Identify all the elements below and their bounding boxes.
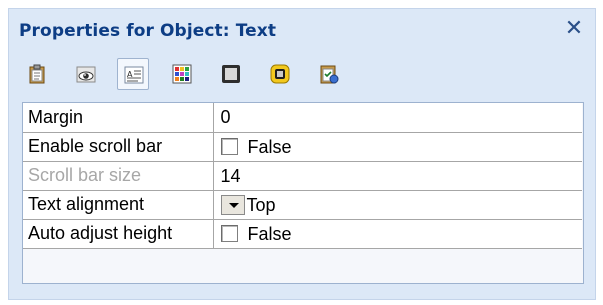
chevron-down-icon[interactable] [220, 194, 245, 215]
checklist-icon [320, 65, 339, 84]
property-category-toolbar: A [17, 55, 437, 93]
auto-adjust-height-checkbox[interactable] [220, 225, 238, 243]
property-name: Text alignment [23, 190, 214, 220]
fill-icon [270, 64, 290, 84]
enable-scroll-bar-checkbox[interactable] [220, 138, 238, 156]
auto-adjust-height-value: False [213, 219, 582, 249]
property-name: Enable scroll bar [23, 132, 214, 162]
dropdown-selected-value: Top [246, 194, 276, 215]
properties-panel: Properties for Object: Text ✕ A Margin 0… [8, 8, 596, 300]
panel-titlebar: Properties for Object: Text ✕ [9, 9, 595, 53]
tab-visibility[interactable] [70, 58, 102, 90]
property-row-text-alignment: Text alignment Top [23, 190, 582, 220]
text-properties-icon: A [124, 66, 144, 84]
tab-text[interactable]: A [117, 58, 149, 90]
property-row-enable-scroll-bar: Enable scroll bar False [23, 132, 582, 162]
enable-scroll-bar-value: False [213, 132, 582, 162]
tab-border[interactable] [215, 58, 247, 90]
border-icon [222, 65, 240, 83]
tab-clipboard[interactable] [21, 58, 53, 90]
property-row-scroll-bar-size: Scroll bar size 14 [23, 161, 582, 191]
close-icon[interactable]: ✕ [563, 18, 585, 40]
property-row-auto-adjust-height: Auto adjust height False [23, 219, 582, 249]
color-grid-icon [172, 64, 192, 84]
tab-fill[interactable] [264, 58, 296, 90]
property-grid: Margin 0 Enable scroll bar False Scroll … [22, 102, 584, 284]
tab-colors[interactable] [166, 58, 198, 90]
checkbox-label: False [247, 136, 292, 157]
tab-checklist[interactable] [313, 58, 345, 90]
property-name: Scroll bar size [23, 161, 214, 191]
eye-icon [76, 66, 96, 83]
clipboard-icon [29, 64, 45, 84]
panel-title: Properties for Object: Text [19, 21, 277, 41]
property-name: Margin [23, 103, 214, 133]
property-row-margin: Margin 0 [23, 103, 582, 133]
checkbox-label: False [247, 223, 292, 244]
margin-value-input[interactable]: 0 [213, 103, 582, 133]
scroll-bar-size-input[interactable]: 14 [213, 161, 582, 191]
property-name: Auto adjust height [23, 219, 214, 249]
text-alignment-value: Top [213, 190, 582, 220]
